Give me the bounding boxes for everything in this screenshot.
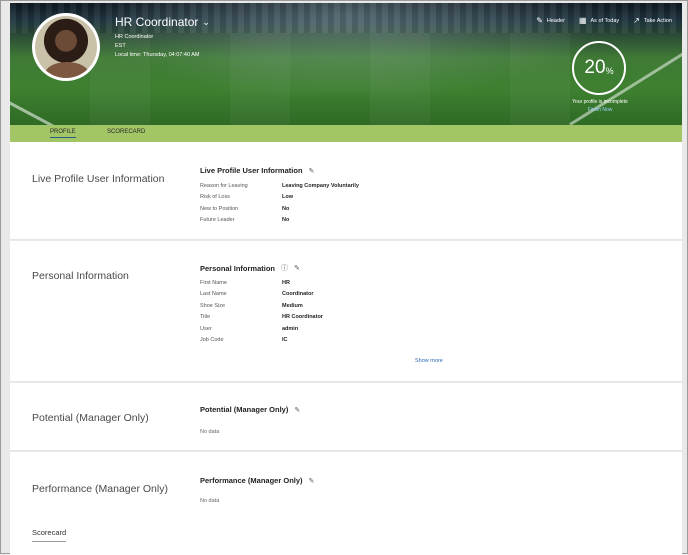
pencil-icon[interactable]: ✎ bbox=[294, 264, 300, 272]
section-personal-info: Personal Information Personal Informatio… bbox=[10, 241, 682, 382]
header-actions: ✎ Header ▦ As of Today ↗ Take Action bbox=[536, 16, 672, 25]
field-label: New to Position bbox=[200, 205, 239, 212]
profile-page: HR Coordinator ⌄ HR Coordinator EST Loca… bbox=[0, 0, 688, 555]
field-row: Risk of Loss Low bbox=[200, 192, 359, 204]
card-title: Live Profile User Information ✎ bbox=[200, 166, 314, 175]
field-label: User bbox=[200, 325, 212, 332]
field-value: Medium bbox=[282, 302, 303, 309]
field-label: Future Leader bbox=[200, 217, 235, 224]
live-profile-fields: Reason for Leaving Leaving Company Volunt… bbox=[200, 180, 359, 226]
field-stripe bbox=[230, 33, 290, 125]
avatar-photo bbox=[35, 16, 97, 78]
card-title: Potential (Manager Only) ✎ bbox=[200, 405, 300, 414]
section-performance: Performance (Manager Only) Performance (… bbox=[10, 452, 682, 555]
field-value: Leaving Company Voluntarily bbox=[282, 182, 359, 189]
profile-header: HR Coordinator ⌄ HR Coordinator EST Loca… bbox=[10, 3, 682, 125]
section-live-profile: Live Profile User Information Live Profi… bbox=[10, 142, 682, 240]
no-data-text: No data bbox=[200, 498, 220, 504]
field-label: Job Code bbox=[200, 337, 224, 344]
avatar-shoulder bbox=[45, 62, 89, 78]
field-value: admin bbox=[282, 325, 299, 332]
field-row: New to Position No bbox=[200, 203, 359, 215]
field-label: Title bbox=[200, 314, 211, 321]
field-row: Future Leader No bbox=[200, 215, 359, 227]
field-value: No bbox=[282, 205, 290, 212]
field-stripe bbox=[370, 33, 430, 125]
external-action-icon: ↗ bbox=[633, 16, 640, 25]
completion-unit: % bbox=[605, 66, 614, 76]
field-value: HR bbox=[282, 279, 290, 286]
profile-incomplete-text: Your profile is incomplete bbox=[572, 99, 628, 105]
chevron-down-icon: ⌄ bbox=[202, 16, 210, 27]
user-timezone: EST bbox=[115, 43, 126, 49]
card-title-text: Personal Information bbox=[200, 263, 276, 273]
card-title: Performance (Manager Only) ✎ bbox=[200, 476, 314, 485]
profile-completion-ring: 20 % bbox=[572, 41, 626, 95]
field-row: Job Code IC bbox=[200, 335, 323, 347]
card-title-text: Performance (Manager Only) bbox=[200, 476, 303, 485]
field-value: Coordinator bbox=[282, 291, 314, 298]
header-edit-label: Header bbox=[546, 17, 565, 24]
tab-bar: PROFILE SCORECARD bbox=[10, 125, 682, 142]
as-of-today-label: As of Today bbox=[590, 17, 620, 24]
pencil-icon[interactable]: ✎ bbox=[309, 167, 315, 175]
as-of-today-button[interactable]: ▦ As of Today bbox=[579, 16, 619, 25]
tab-scorecard[interactable]: SCORECARD bbox=[107, 129, 145, 135]
field-value: No bbox=[282, 217, 290, 224]
field-row: Reason for Leaving Leaving Company Volunt… bbox=[200, 180, 359, 192]
field-row: Last Name Coordinator bbox=[200, 289, 323, 301]
header-edit-button[interactable]: ✎ Header bbox=[536, 16, 565, 25]
field-row: Title HR Coordinator bbox=[200, 312, 323, 324]
user-name-menu[interactable]: HR Coordinator ⌄ bbox=[115, 15, 210, 29]
calendar-icon: ▦ bbox=[578, 16, 587, 25]
pencil-icon[interactable]: ✎ bbox=[294, 406, 300, 414]
card-title-text: Potential (Manager Only) bbox=[200, 405, 289, 414]
pencil-icon: ✎ bbox=[536, 16, 543, 25]
field-row: User admin bbox=[200, 323, 323, 335]
finish-now-link[interactable]: Finish Now bbox=[556, 107, 644, 113]
user-name: HR Coordinator bbox=[115, 15, 199, 29]
field-row: First Name HR bbox=[200, 277, 323, 289]
field-label: Last Name bbox=[200, 291, 227, 298]
section-title: Personal Information bbox=[32, 270, 129, 282]
personal-info-fields: First Name HR Last Name Coordinator Shoe S… bbox=[200, 277, 323, 346]
user-info: HR Coordinator ⌄ HR Coordinator EST Loca… bbox=[115, 15, 210, 60]
field-label: Shoe Size bbox=[200, 302, 226, 309]
field-label: Risk of Loss bbox=[200, 194, 230, 201]
section-title: Potential (Manager Only) bbox=[32, 412, 149, 424]
scorecard-link[interactable]: Scorecard bbox=[32, 528, 67, 542]
card-title-text: Live Profile User Information bbox=[200, 166, 303, 175]
profile-content: Live Profile User Information Live Profi… bbox=[10, 142, 682, 555]
take-action-label: Take Action bbox=[643, 17, 672, 24]
field-value: HR Coordinator bbox=[282, 314, 323, 321]
avatar[interactable] bbox=[32, 13, 100, 81]
field-label: Reason for Leaving bbox=[200, 182, 248, 189]
show-more-link[interactable]: Show more bbox=[415, 358, 443, 364]
section-potential: Potential (Manager Only) Potential (Mana… bbox=[10, 383, 682, 451]
take-action-button[interactable]: ↗ Take Action bbox=[633, 16, 672, 25]
field-value: Low bbox=[282, 194, 293, 201]
section-title: Performance (Manager Only) bbox=[32, 483, 168, 495]
no-data-text: No data bbox=[200, 429, 220, 435]
completion-value: 20 bbox=[584, 57, 606, 78]
help-icon[interactable]: ⓘ bbox=[281, 263, 288, 273]
tab-profile[interactable]: PROFILE bbox=[50, 129, 76, 138]
card-title: Personal Information ⓘ ✎ bbox=[200, 263, 300, 273]
field-row: Shoe Size Medium bbox=[200, 300, 323, 312]
local-time: Local time: Thursday, 04:07:40 AM bbox=[115, 52, 200, 58]
field-label: First Name bbox=[200, 279, 227, 286]
user-title: HR Coordinator bbox=[115, 34, 154, 40]
field-value: IC bbox=[282, 337, 288, 344]
section-title: Live Profile User Information bbox=[32, 173, 165, 185]
pencil-icon[interactable]: ✎ bbox=[309, 477, 315, 485]
